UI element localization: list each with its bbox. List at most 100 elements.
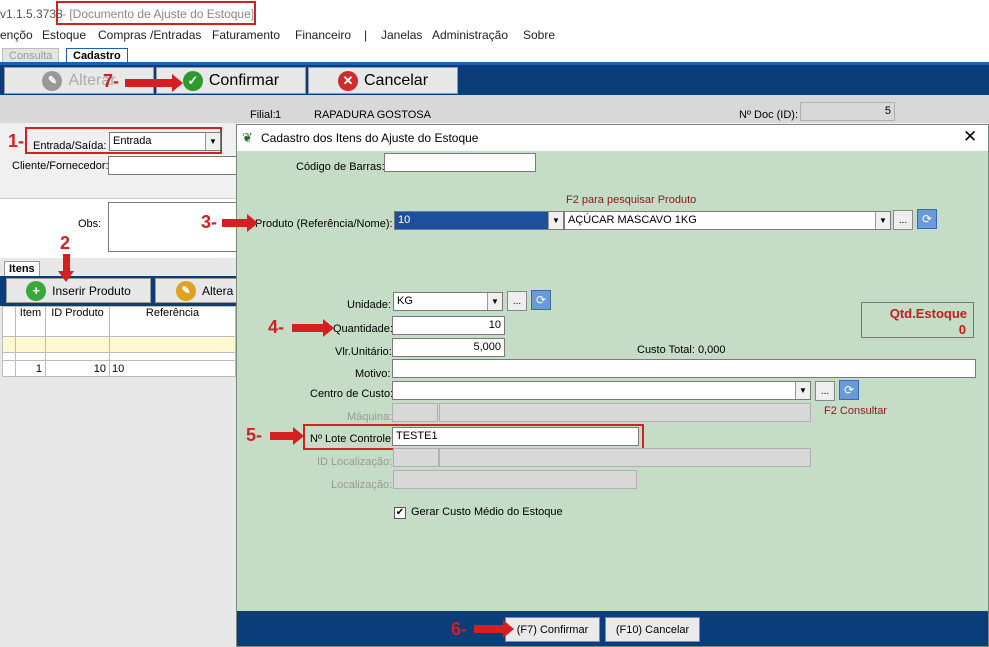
tab-consulta[interactable]: Consulta [2, 48, 60, 63]
annotation-6: 6- [451, 619, 468, 639]
gerar-label: Gerar Custo Médio do Estoque [411, 506, 563, 518]
tab-cadastro[interactable]: Cadastro [66, 48, 128, 63]
cancelar-button[interactable]: ✕ Cancelar [308, 67, 458, 94]
entrada-label: Entrada/Saída: [33, 140, 107, 152]
filial-number: 1 [275, 109, 282, 121]
close-icon[interactable]: ✕ [963, 127, 977, 147]
f2-hint: F2 para pesquisar Produto [566, 194, 697, 206]
produto-ref-value: 10 [398, 214, 411, 226]
refresh-icon[interactable]: ⟳ [531, 290, 551, 310]
vlr-unitario-label: Vlr.Unitário: [335, 346, 392, 358]
annotation-2: 2 [60, 233, 71, 253]
gerar-checkbox[interactable]: ✔ [394, 507, 406, 519]
cliente-field[interactable] [108, 156, 238, 175]
leaf-icon: ❦ [242, 130, 253, 145]
arrow-right-icon [474, 620, 514, 638]
dialog-titlebar: ❦ Cadastro dos Itens do Ajuste do Estoqu… [237, 125, 988, 151]
qtd-estoque-box: Qtd.Estoque 0 [861, 302, 974, 338]
dialog-cancelar-button[interactable]: (F10) Cancelar [605, 617, 700, 642]
ndoc-field: 5 [800, 102, 895, 121]
itens-table: Item ID Produto Referência 1 10 10 [2, 306, 236, 377]
motivo-field[interactable] [392, 359, 976, 378]
id-localizacao-label: ID Localização: [317, 456, 393, 468]
menu-estoque[interactable]: Estoque [42, 28, 86, 42]
obs-label: Obs: [78, 218, 102, 230]
search-dots-button[interactable]: ... [893, 210, 913, 230]
produto-nome-select[interactable]: AÇÚCAR MASCAVO 1KG ▼ [564, 211, 891, 230]
annotation-1: 1- [8, 131, 25, 151]
filter-cell[interactable] [109, 336, 236, 353]
lote-label: Nº Lote Controle: [310, 433, 395, 445]
produto-label: Produto (Referência/Nome): [255, 218, 393, 230]
menu-janelas[interactable]: Janelas [381, 28, 422, 42]
menu-sobre[interactable]: Sobre [523, 28, 555, 42]
col-item[interactable]: Item [15, 306, 46, 337]
filter-cell[interactable] [45, 336, 110, 353]
refresh-icon[interactable]: ⟳ [839, 380, 859, 400]
item-dialog: ❦ Cadastro dos Itens do Ajuste do Estoqu… [236, 124, 989, 647]
chevron-down-icon[interactable]: ▼ [205, 133, 220, 150]
id-localizacao-name-field [439, 448, 811, 467]
chevron-down-icon[interactable]: ▼ [875, 212, 890, 229]
cell-id-produto: 10 [45, 360, 110, 377]
app-version: v1.1.5.3738 [0, 7, 63, 21]
title-highlight: - [Documento de Ajuste do Estoque] [56, 1, 256, 25]
tab-strip: Consulta Cadastro [0, 45, 989, 65]
centro-dots-button[interactable]: ... [815, 381, 835, 401]
produto-nome-value: AÇÚCAR MASCAVO 1KG [568, 214, 697, 226]
pencil-icon: ✎ [176, 280, 196, 301]
produto-ref-select[interactable]: 10 ▼ [394, 211, 564, 230]
custo-total: Custo Total: 0,000 [637, 344, 726, 356]
obs-field[interactable] [108, 202, 238, 252]
codigo-barras-field[interactable] [384, 153, 536, 172]
refresh-icon[interactable]: ⟳ [917, 209, 937, 229]
vlr-unitario-field[interactable]: 5,000 [392, 338, 505, 357]
col-id-produto[interactable]: ID Produto [45, 306, 110, 337]
alterar-item-label: Altera [202, 283, 234, 298]
cell-item: 1 [15, 360, 46, 377]
motivo-label: Motivo: [355, 368, 391, 380]
filial-label: Filial: [250, 109, 276, 121]
maquina-id-field [392, 403, 438, 422]
chevron-down-icon[interactable]: ▼ [548, 212, 563, 229]
alterar-item-button[interactable]: ✎ Altera [155, 278, 245, 303]
unidade-dots-button[interactable]: ... [507, 291, 527, 311]
menu-financeiro[interactable]: Financeiro [295, 28, 351, 42]
ndoc-label: Nº Doc (ID): [739, 109, 799, 121]
table-header: Item ID Produto Referência [2, 306, 236, 337]
window-titlebar: v1.1.5.3738 - [Documento de Ajuste do Es… [0, 0, 989, 27]
inserir-label: Inserir Produto [52, 283, 131, 298]
chevron-down-icon[interactable]: ▼ [795, 382, 810, 399]
unidade-select[interactable]: KG ▼ [393, 292, 503, 311]
row-indicator [2, 360, 16, 377]
confirmar-label: Confirmar [208, 71, 280, 89]
inserir-produto-button[interactable]: + Inserir Produto [6, 278, 151, 303]
arrow-right-icon [292, 319, 334, 337]
entrada-select[interactable]: Entrada ▼ [109, 132, 221, 151]
centro-custo-select[interactable]: ▼ [392, 381, 811, 400]
lote-field[interactable]: TESTE1 [392, 427, 639, 446]
unidade-label: Unidade: [347, 299, 392, 311]
id-localizacao-field [393, 448, 439, 467]
tab-itens[interactable]: Itens [4, 261, 40, 277]
menu-administracao[interactable]: Administração [432, 28, 508, 42]
menu-item[interactable]: ençõo [0, 28, 33, 42]
chevron-down-icon[interactable]: ▼ [487, 293, 502, 310]
dialog-confirmar-button[interactable]: (F7) Confirmar [505, 617, 600, 642]
qtd-estoque-value: 0 [958, 322, 966, 337]
table-row[interactable]: 1 10 10 [2, 360, 236, 377]
cancelar-label: Cancelar [363, 71, 429, 89]
col-referencia[interactable]: Referência [109, 306, 236, 337]
dialog-title: Cadastro dos Itens do Ajuste do Estoque [261, 131, 479, 145]
filial-name: RAPADURA GOSTOSA [314, 109, 431, 121]
close-icon: ✕ [337, 70, 358, 91]
menu-compras[interactable]: Compras /Entradas [98, 28, 201, 42]
quantidade-field[interactable]: 10 [392, 316, 505, 335]
arrow-right-icon [222, 214, 258, 232]
cliente-label: Cliente/Fornecedor: [12, 160, 109, 172]
filter-cell[interactable] [15, 336, 46, 353]
unidade-value: KG [397, 295, 413, 307]
localizacao-label: Localização: [331, 479, 393, 491]
menu-bar: ençõo Estoque Compras /Entradas Faturame… [0, 27, 989, 45]
menu-faturamento[interactable]: Faturamento [212, 28, 280, 42]
